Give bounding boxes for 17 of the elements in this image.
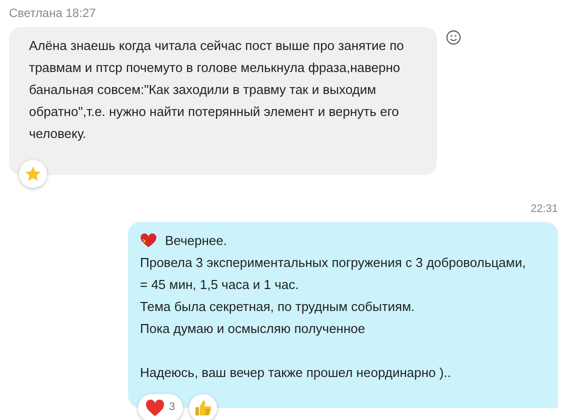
thumbs-reaction[interactable] <box>189 394 218 420</box>
message-line: = 45 мин, 1,5 часа и 1 час. <box>140 276 299 294</box>
message-line: Провела 3 экспериментальных погружения с 3 добровольцами, <box>140 254 526 272</box>
thumbs-up-icon <box>193 398 214 418</box>
sender-and-time: Светлана 18:27 <box>9 5 97 22</box>
star-icon <box>24 165 42 183</box>
heart-reaction[interactable]: 3 <box>138 394 184 420</box>
heart-emoji-icon <box>140 233 157 248</box>
message-line: Вечернее. <box>165 232 227 250</box>
message-line: Пока думаю и осмысляю полученное <box>140 320 366 338</box>
message-time: 22:31 <box>530 202 558 217</box>
star-reaction[interactable] <box>19 160 47 188</box>
message-text: Алёна знаешь когда читала сейчас пост выше про занятие по травмам и птср почемуто в голове мелькнула фраза,наверно банальная совсем:"Как заходили в травму так и выходим обратно",т.е. нужно найти потерянный элемент и вернуть его человеку. <box>29 37 405 143</box>
message-line: Надеюсь, ваш вечер также прошел неординарно ).. <box>140 364 451 382</box>
heart-icon <box>145 398 165 416</box>
smiley-icon[interactable] <box>446 30 461 45</box>
message-line: Тема была секретная, по трудным событиям. <box>140 298 415 316</box>
